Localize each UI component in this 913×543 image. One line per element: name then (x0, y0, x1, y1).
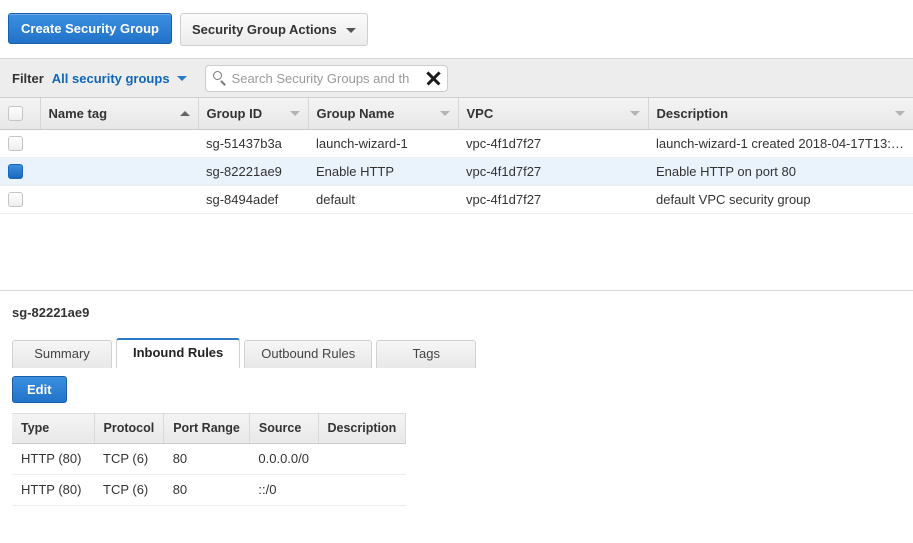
search-icon (212, 70, 227, 86)
column-label: Group Name (316, 105, 395, 121)
cell-group-name: Enable HTTP (308, 157, 458, 186)
sort-descending-icon (629, 110, 640, 116)
security-group-actions-button[interactable]: Security Group Actions (180, 13, 368, 46)
row-checkbox[interactable] (8, 136, 23, 152)
select-all-header[interactable] (0, 98, 41, 130)
row-checkbox[interactable] (8, 192, 23, 208)
security-groups-table: Name tag Group ID Group Name VPC Descrip… (0, 98, 913, 214)
chevron-down-icon (176, 75, 187, 81)
tab-outbound-rules[interactable]: Outbound Rules (244, 339, 373, 368)
sort-descending-icon (439, 110, 450, 116)
detail-panel-title: sg-82221ae9 (12, 304, 90, 320)
rules-cell-description (318, 443, 406, 475)
rules-cell-type: HTTP (80) (12, 474, 94, 506)
search-box[interactable] (204, 64, 448, 92)
filter-bar: Filter All security groups (0, 58, 913, 98)
row-checkbox[interactable] (8, 164, 23, 180)
edit-rules-button[interactable]: Edit (12, 375, 67, 403)
column-label: Description (656, 105, 729, 121)
rules-row: HTTP (80) TCP (6) 80 ::/0 (12, 474, 406, 506)
sort-ascending-icon (179, 110, 190, 116)
rules-cell-protocol: TCP (6) (94, 443, 164, 475)
table-row[interactable]: sg-8494adef default vpc-4f1d7f27 default… (0, 185, 913, 214)
cell-group-name: default (308, 185, 458, 214)
edit-button-row: Edit (12, 375, 913, 403)
tab-inbound-rules[interactable]: Inbound Rules (116, 337, 241, 368)
cell-description: launch-wizard-1 created 2018-04-17T13:… (648, 129, 913, 158)
rules-column-protocol: Protocol (94, 412, 165, 444)
rules-cell-type: HTTP (80) (12, 443, 94, 475)
table-header-row: Name tag Group ID Group Name VPC Descrip… (0, 98, 913, 130)
toolbar: Create Security Group Security Group Act… (0, 0, 913, 58)
column-header-name-tag[interactable]: Name tag (40, 98, 199, 130)
cell-group-id: sg-82221ae9 (198, 157, 308, 186)
rules-column-source: Source (249, 412, 319, 444)
search-input[interactable] (229, 65, 439, 91)
rules-column-type: Type (12, 412, 95, 444)
cell-vpc: vpc-4f1d7f27 (458, 129, 648, 158)
close-icon[interactable] (421, 67, 444, 89)
rules-cell-description (318, 474, 406, 506)
column-header-group-id[interactable]: Group ID (198, 98, 309, 130)
sort-descending-icon (894, 110, 905, 116)
cell-group-id: sg-51437b3a (198, 129, 308, 158)
column-header-description[interactable]: Description (648, 98, 913, 130)
rules-column-description: Description (318, 412, 407, 444)
create-security-group-button[interactable]: Create Security Group (8, 13, 172, 44)
cell-group-name: launch-wizard-1 (308, 129, 458, 158)
chevron-down-icon (345, 28, 356, 33)
tab-underline (12, 367, 913, 368)
rules-cell-source: ::/0 (249, 474, 318, 506)
cell-description: default VPC security group (648, 185, 913, 214)
detail-tabs: Summary Inbound Rules Outbound Rules Tag… (12, 337, 913, 368)
filter-label: Filter (12, 70, 44, 86)
filter-select-all-security-groups[interactable]: All security groups (52, 71, 187, 86)
cell-name-tag (40, 129, 198, 158)
tab-summary[interactable]: Summary (12, 339, 112, 368)
cell-vpc: vpc-4f1d7f27 (458, 157, 648, 186)
rules-column-port-range: Port Range (163, 412, 250, 444)
column-label: VPC (466, 105, 494, 121)
column-header-group-name[interactable]: Group Name (308, 98, 459, 130)
rules-row: HTTP (80) TCP (6) 80 0.0.0.0/0 (12, 443, 406, 475)
cell-description: Enable HTTP on port 80 (648, 157, 913, 186)
cell-name-tag (40, 157, 198, 186)
detail-panel: sg-82221ae9 Summary Inbound Rules Outbou… (0, 291, 913, 506)
cell-name-tag (40, 185, 198, 214)
filter-selected-value: All security groups (51, 70, 170, 86)
cell-group-id: sg-8494adef (198, 185, 308, 214)
table-empty-area (0, 213, 913, 291)
select-all-checkbox[interactable] (8, 106, 23, 122)
cell-vpc: vpc-4f1d7f27 (458, 185, 648, 214)
row-select-cell[interactable] (0, 185, 40, 214)
column-header-vpc[interactable]: VPC (458, 98, 649, 130)
inbound-rules-table: Type Protocol Port Range Source Descript… (12, 412, 407, 506)
rules-cell-source: 0.0.0.0/0 (249, 443, 318, 475)
sort-descending-icon (289, 110, 300, 116)
rules-header-row: Type Protocol Port Range Source Descript… (12, 412, 407, 444)
tab-tags[interactable]: Tags (376, 339, 477, 368)
table-row[interactable]: sg-51437b3a launch-wizard-1 vpc-4f1d7f27… (0, 129, 913, 158)
security-group-actions-label: Security Group Actions (192, 22, 337, 37)
rules-cell-protocol: TCP (6) (94, 474, 164, 506)
rules-cell-port-range: 80 (163, 443, 250, 475)
table-row[interactable]: sg-82221ae9 Enable HTTP vpc-4f1d7f27 Ena… (0, 157, 913, 186)
row-select-cell[interactable] (0, 129, 40, 158)
column-label: Group ID (206, 105, 263, 121)
column-label: Name tag (48, 105, 108, 121)
row-select-cell[interactable] (0, 157, 40, 186)
rules-cell-port-range: 80 (163, 474, 250, 506)
